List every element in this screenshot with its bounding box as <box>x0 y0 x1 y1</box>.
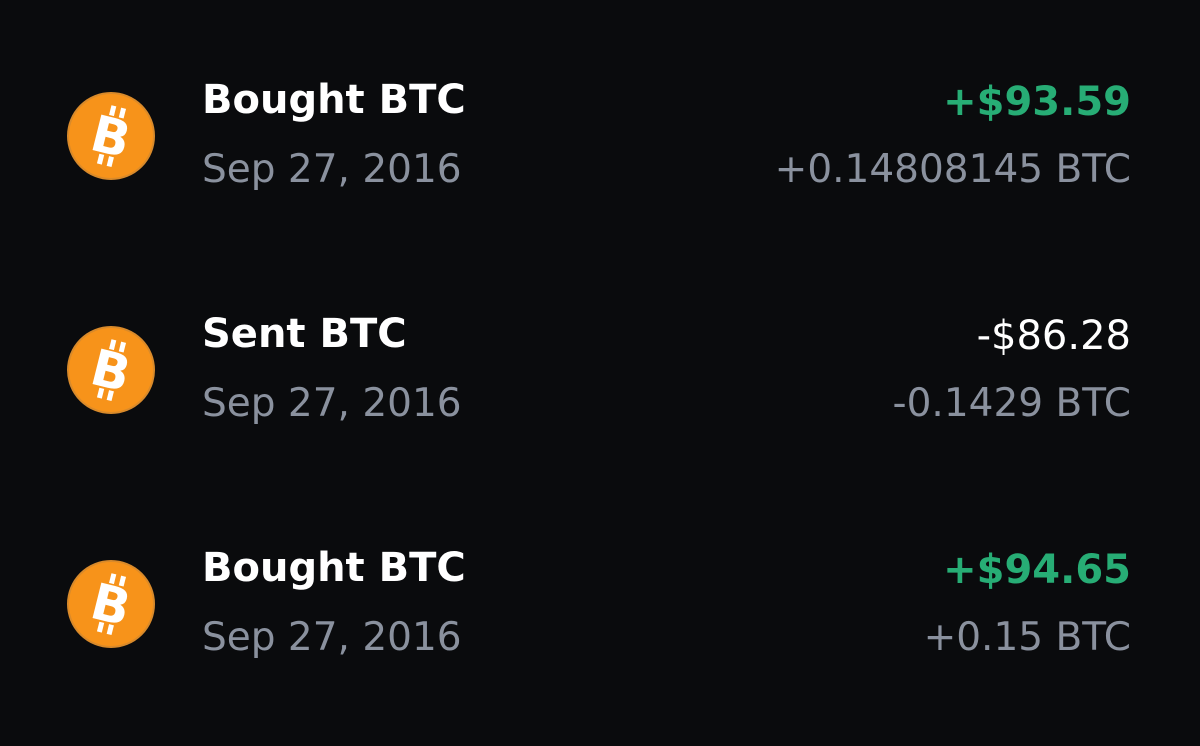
crypto-amount: -0.1429 BTC <box>892 381 1131 426</box>
transaction-date: Sep 27, 2016 <box>202 381 462 426</box>
transaction-date: Sep 27, 2016 <box>202 147 462 192</box>
crypto-amount: +0.14808145 BTC <box>774 147 1131 192</box>
transaction-row[interactable]: B Bought BTC Sep 27, 2016 +$94.65 +0.15 … <box>0 530 1200 680</box>
transaction-date: Sep 27, 2016 <box>202 615 462 660</box>
bitcoin-icon: B <box>67 560 155 648</box>
fiat-amount: +$93.59 <box>943 79 1131 125</box>
bitcoin-icon: B <box>67 326 155 414</box>
transaction-list: B Bought BTC Sep 27, 2016 +$93.59 +0.148… <box>0 0 1200 746</box>
transaction-title: Sent BTC <box>202 311 407 357</box>
transaction-title: Bought BTC <box>202 545 466 591</box>
bitcoin-icon: B <box>67 92 155 180</box>
transaction-row[interactable]: B Sent BTC Sep 27, 2016 -$86.28 -0.1429 … <box>0 296 1200 446</box>
fiat-amount: +$94.65 <box>943 547 1131 593</box>
transaction-title: Bought BTC <box>202 77 466 123</box>
crypto-amount: +0.15 BTC <box>923 615 1131 660</box>
fiat-amount: -$86.28 <box>976 313 1131 359</box>
transaction-row[interactable]: B Bought BTC Sep 27, 2016 +$93.59 +0.148… <box>0 62 1200 212</box>
